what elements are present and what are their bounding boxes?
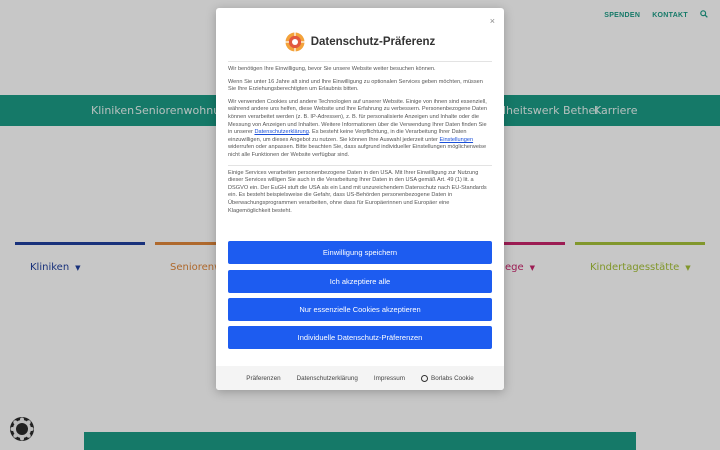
footer-link-privacy[interactable]: Datenschutzerklärung (297, 375, 358, 382)
divider (228, 164, 492, 166)
settings-link[interactable]: Einstellungen (439, 137, 473, 143)
privacy-policy-link[interactable]: Datenschutzerklärung (254, 129, 308, 135)
brand-logo-icon (285, 32, 305, 51)
privacy-preference-dialog: × Datenschutz-Präferenz Wir benötigen Ih… (216, 8, 504, 390)
consent-paragraph-us: Einige Services verarbeiten personenbezo… (228, 169, 487, 214)
consent-text: Wir benötigen Ihre Einwilligung, bevor S… (228, 66, 492, 236)
dialog-footer: Präferenzen Datenschutzerklärung Impress… (216, 366, 504, 390)
consent-text-part: widerrufen oder anpassen. Bitte beachten… (228, 144, 487, 158)
consent-paragraph: Wir verwenden Cookies und andere Technol… (228, 99, 492, 160)
dialog-header: Datenschutz-Präferenz (228, 22, 492, 62)
borlabs-brand: Borlabs Cookie (421, 374, 474, 382)
dialog-title: Datenschutz-Präferenz (310, 35, 436, 48)
individual-preferences-button[interactable]: Individuelle Datenschutz-Präferenzen (228, 326, 492, 349)
accept-all-button[interactable]: Ich akzeptiere alle (228, 270, 492, 293)
borlabs-label: Borlabs Cookie (431, 374, 474, 382)
consent-paragraph: Wir benötigen Ihre Einwilligung, bevor S… (228, 66, 436, 72)
accept-essential-button[interactable]: Nur essenzielle Cookies akzeptieren (228, 298, 492, 321)
footer-link-imprint[interactable]: Impressum (374, 375, 405, 382)
footer-link-preferences[interactable]: Präferenzen (246, 375, 280, 382)
text-fade (228, 220, 492, 238)
consent-paragraph: Wenn Sie unter 16 Jahre alt sind und Ihr… (228, 78, 483, 93)
borlabs-logo-icon (421, 374, 428, 382)
save-consent-button[interactable]: Einwilligung speichern (228, 241, 492, 264)
